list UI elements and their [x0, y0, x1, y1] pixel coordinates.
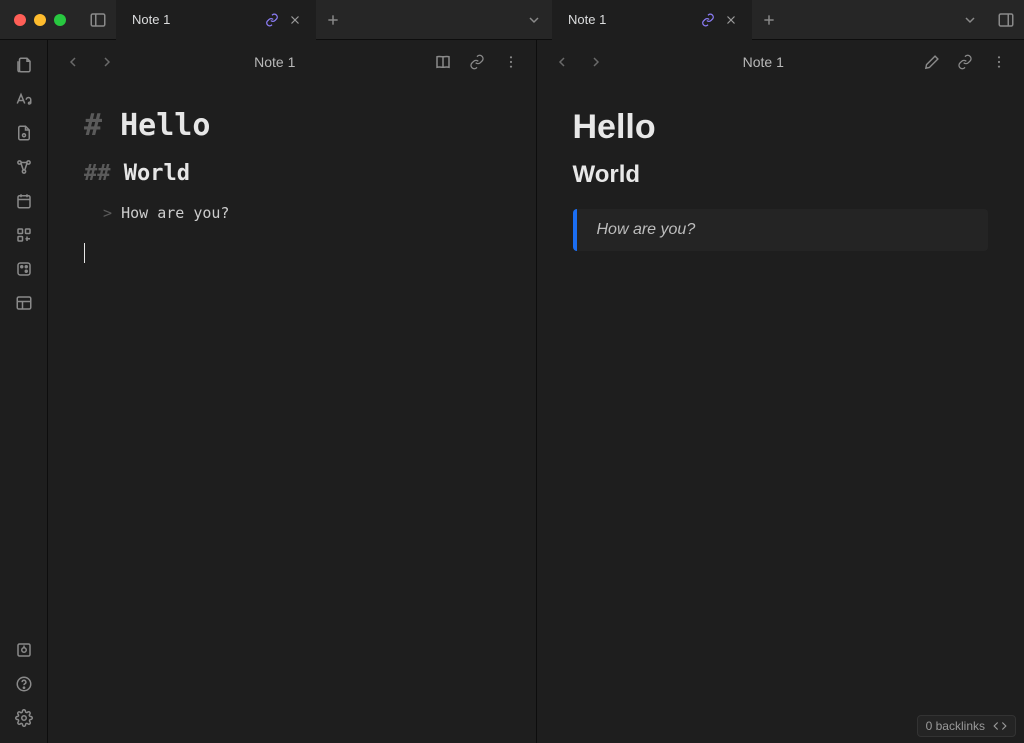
- help-icon[interactable]: [4, 667, 44, 701]
- dice-icon[interactable]: [4, 252, 44, 286]
- new-tab-button[interactable]: [316, 0, 350, 40]
- pane-right-header: Note 1: [537, 40, 1024, 84]
- status-bar[interactable]: 0 backlinks: [917, 715, 1016, 737]
- font-icon[interactable]: [4, 82, 44, 116]
- h2-marker: ##: [84, 161, 111, 186]
- tab-list-dropdown-right[interactable]: [952, 0, 988, 40]
- tab-strip-right: Note 1: [552, 0, 786, 40]
- ribbon: [0, 40, 48, 743]
- h1-marker: #: [84, 108, 102, 143]
- window-controls: [0, 14, 80, 26]
- preview-blockquote: How are you?: [573, 209, 989, 251]
- pane-left-header: Note 1: [48, 40, 536, 84]
- text-cursor: [84, 243, 85, 263]
- nav-back-button[interactable]: [547, 47, 577, 77]
- link-icon[interactable]: [950, 47, 980, 77]
- h1-text: Hello: [120, 108, 210, 143]
- reading-mode-icon[interactable]: [428, 47, 458, 77]
- window-minimize-button[interactable]: [34, 14, 46, 26]
- link-icon: [264, 12, 280, 28]
- quote-marker: >: [103, 204, 112, 222]
- more-options-icon[interactable]: [496, 47, 526, 77]
- tab-title: Note 1: [568, 12, 700, 27]
- preview-blockquote-text: How are you?: [597, 221, 696, 238]
- nav-forward-button[interactable]: [581, 47, 611, 77]
- link-icon: [700, 12, 716, 28]
- pane-right: Note 1 Hello World How are you? 0 b: [536, 40, 1024, 743]
- new-tab-button[interactable]: [752, 0, 786, 40]
- panes: Note 1 # Hello ##: [48, 40, 1024, 743]
- layout-icon[interactable]: [4, 286, 44, 320]
- file-recovery-icon[interactable]: [4, 116, 44, 150]
- files-icon[interactable]: [4, 48, 44, 82]
- preview-h1: Hello: [573, 108, 989, 147]
- preview-h2: World: [573, 161, 989, 189]
- nav-back-button[interactable]: [58, 47, 88, 77]
- command-icon[interactable]: [4, 218, 44, 252]
- editor-source[interactable]: # Hello ## World > How are you?: [48, 84, 536, 743]
- titlebar: Note 1 Note 1: [0, 0, 1024, 40]
- window-close-button[interactable]: [14, 14, 26, 26]
- calendar-icon[interactable]: [4, 184, 44, 218]
- settings-icon[interactable]: [4, 701, 44, 735]
- pane-right-title[interactable]: Note 1: [615, 54, 913, 70]
- tab-title: Note 1: [132, 12, 264, 27]
- more-options-icon[interactable]: [984, 47, 1014, 77]
- tab-right[interactable]: Note 1: [552, 0, 752, 40]
- main: Note 1 # Hello ##: [0, 40, 1024, 743]
- graph-icon[interactable]: [4, 150, 44, 184]
- pane-left-title[interactable]: Note 1: [126, 54, 424, 70]
- backlinks-count: 0 backlinks: [926, 719, 985, 733]
- right-sidebar-toggle-icon[interactable]: [988, 0, 1024, 40]
- pane-left: Note 1 # Hello ##: [48, 40, 536, 743]
- vault-icon[interactable]: [4, 633, 44, 667]
- h2-text: World: [124, 161, 190, 186]
- tab-strip-left: Note 1: [116, 0, 350, 40]
- tab-list-dropdown-left[interactable]: [516, 0, 552, 40]
- tab-close-button[interactable]: [722, 11, 740, 29]
- editor-preview[interactable]: Hello World How are you? 0 backlinks: [537, 84, 1024, 743]
- link-icon[interactable]: [462, 47, 492, 77]
- nav-forward-button[interactable]: [92, 47, 122, 77]
- code-icon[interactable]: [993, 719, 1007, 733]
- quote-text: How are you?: [121, 204, 229, 222]
- tab-close-button[interactable]: [286, 11, 304, 29]
- window-maximize-button[interactable]: [54, 14, 66, 26]
- tab-left[interactable]: Note 1: [116, 0, 316, 40]
- left-sidebar-toggle-icon[interactable]: [80, 0, 116, 40]
- edit-mode-icon[interactable]: [916, 47, 946, 77]
